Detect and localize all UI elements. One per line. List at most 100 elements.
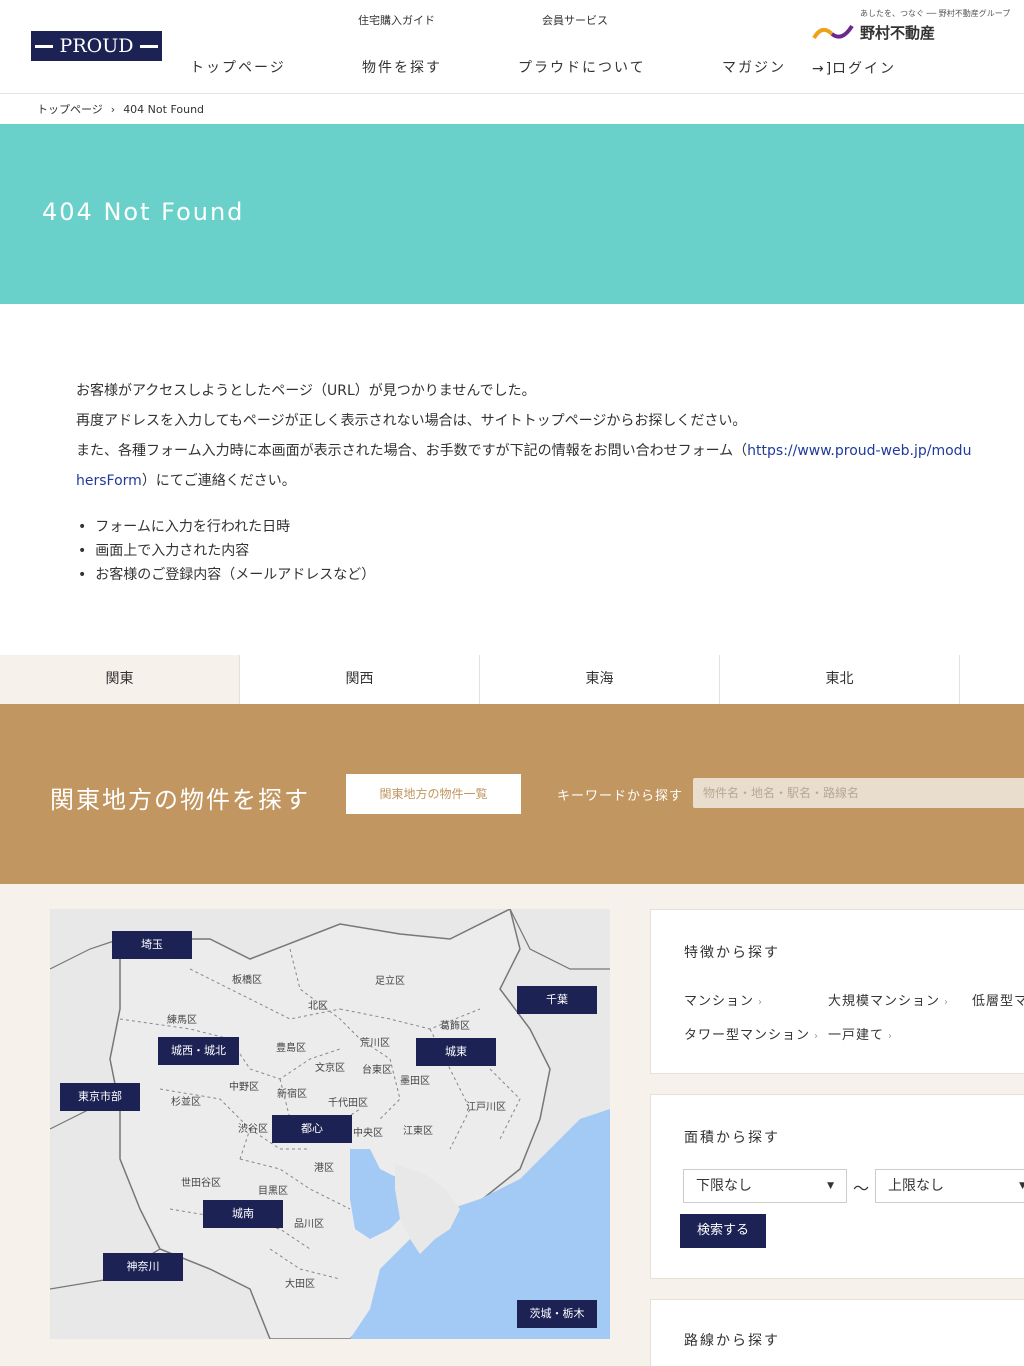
- message-line-3-text: また、各種フォーム入力時に本画面が表示された場合、お手数ですが下記の情報をお問い…: [76, 443, 748, 459]
- map-ward[interactable]: 渋谷区: [238, 1120, 268, 1135]
- region-tabs: 関東 関西 東海 東北: [0, 655, 1024, 704]
- login-link[interactable]: →]ログイン: [812, 58, 896, 78]
- nav-about-proud[interactable]: プラウドについて: [518, 57, 646, 77]
- breadcrumb: トップページ › 404 Not Found: [37, 101, 204, 117]
- map-ward[interactable]: 大田区: [285, 1275, 315, 1290]
- tab-tohoku[interactable]: 東北: [720, 655, 960, 704]
- map-ward[interactable]: 文京区: [315, 1059, 345, 1074]
- route-search-panel: 路線から探す: [650, 1299, 1024, 1366]
- message-line-2: 再度アドレスを入力してもページが正しく表示されない場合は、サイトトップページから…: [76, 413, 747, 429]
- feature-label: 一戸建て: [828, 1028, 885, 1043]
- tab-kanto[interactable]: 関東: [0, 655, 240, 704]
- keyword-label: キーワードから探す: [557, 789, 684, 804]
- page-hero: 404 Not Found: [0, 124, 1024, 304]
- nomura-brand-name[interactable]: 野村不動産: [860, 22, 935, 43]
- area-max-select[interactable]: 上限なし ▼: [875, 1169, 1024, 1203]
- chevron-right-icon: ›: [888, 1031, 894, 1042]
- area-size-search-panel: 面積から探す 下限なし ▼ ～ 上限なし ▼ 検索する: [650, 1094, 1024, 1279]
- nav-search-property[interactable]: 物件を探す: [362, 57, 442, 77]
- chevron-right-icon: ›: [110, 103, 116, 116]
- map-ward[interactable]: 世田谷区: [181, 1174, 221, 1189]
- area-panel-title: 面積から探す: [684, 1130, 780, 1146]
- caret-down-icon: ▼: [1019, 1181, 1024, 1191]
- feature-link-mansion[interactable]: マンション ›: [684, 990, 763, 1009]
- nomura-tagline: あしたを、つなぐ ── 野村不動産グループ: [860, 9, 1011, 18]
- breadcrumb-home[interactable]: トップページ: [37, 103, 103, 116]
- login-label: ログイン: [832, 61, 896, 77]
- list-item: お客様のご登録内容（メールアドレスなど）: [78, 563, 375, 587]
- feature-label: 低層型マ: [972, 994, 1024, 1009]
- map-ward[interactable]: 江戸川区: [466, 1098, 506, 1113]
- region-search-title: 関東地方の物件を探す: [50, 786, 310, 814]
- kanto-area-map: 板橋区 足立区 北区 練馬区 葛飾区 荒川区 豊島区 文京区 台東区 中野区 新…: [50, 909, 610, 1339]
- feature-label: マンション: [684, 994, 755, 1009]
- login-icon: →]: [812, 61, 834, 77]
- area-saitama-button[interactable]: 埼玉: [112, 931, 192, 959]
- nav-magazine[interactable]: マガジン: [722, 57, 786, 77]
- area-toshin-button[interactable]: 都心: [272, 1115, 352, 1143]
- message-line-1: お客様がアクセスしようとしたページ（URL）が見つかりませんでした。: [76, 383, 536, 399]
- map-ward[interactable]: 足立区: [375, 972, 405, 987]
- feature-link-low-rise[interactable]: 低層型マ: [972, 990, 1024, 1009]
- map-ward[interactable]: 墨田区: [400, 1072, 430, 1087]
- area-joto-button[interactable]: 城東: [416, 1038, 496, 1066]
- map-ward[interactable]: 江東区: [403, 1122, 433, 1137]
- map-ward[interactable]: 中野区: [229, 1078, 259, 1093]
- caret-down-icon: ▼: [827, 1181, 834, 1191]
- tab-kansai[interactable]: 関西: [240, 655, 480, 704]
- range-separator: ～: [853, 1179, 870, 1198]
- route-panel-title: 路線から探す: [684, 1333, 780, 1349]
- map-ward[interactable]: 台東区: [362, 1061, 392, 1076]
- area-ibaraki-tochigi-button[interactable]: 茨城・栃木: [517, 1300, 597, 1328]
- area-chiba-button[interactable]: 千葉: [517, 986, 597, 1014]
- message-line-3: また、各種フォーム入力時に本画面が表示された場合、お手数ですが下記の情報をお問い…: [76, 436, 1024, 466]
- nav-housing-guide[interactable]: 住宅購入ガイド: [358, 12, 435, 28]
- map-ward[interactable]: 港区: [314, 1159, 334, 1174]
- feature-link-detached-house[interactable]: 一戸建て ›: [828, 1024, 893, 1043]
- feature-label: 大規模マンション: [828, 994, 941, 1009]
- map-ward[interactable]: 千代田区: [328, 1094, 368, 1109]
- map-ward[interactable]: 品川区: [294, 1215, 324, 1230]
- map-ward[interactable]: 荒川区: [360, 1034, 390, 1049]
- breadcrumb-current: 404 Not Found: [123, 103, 205, 116]
- nav-member-service[interactable]: 会員サービス: [542, 12, 608, 28]
- region-list-button[interactable]: 関東地方の物件一覧: [346, 774, 521, 814]
- feature-search-panel: 特徴から探す マンション › 大規模マンション › 低層型マ タワー型マンション › …: [650, 909, 1024, 1074]
- message-line-4: hersForm）にてご連絡ください。: [76, 466, 1024, 496]
- nomura-logo-icon[interactable]: [812, 22, 856, 42]
- area-tokyo-shibu-button[interactable]: 東京市部: [60, 1083, 140, 1111]
- map-ward[interactable]: 目黒区: [258, 1182, 288, 1197]
- list-item: フォームに入力を行われた日時: [78, 515, 375, 539]
- contact-form-link-cont[interactable]: hersForm: [76, 473, 142, 489]
- feature-label: タワー型マンション: [684, 1028, 811, 1043]
- feature-link-large-mansion[interactable]: 大規模マンション ›: [828, 990, 949, 1009]
- error-message: お客様がアクセスしようとしたページ（URL）が見つかりませんでした。 再度アドレ…: [76, 376, 1024, 496]
- map-ward[interactable]: 中央区: [353, 1124, 383, 1139]
- map-ward[interactable]: 練馬区: [167, 1011, 197, 1026]
- chevron-right-icon: ›: [814, 1031, 820, 1042]
- area-min-select[interactable]: 下限なし ▼: [683, 1169, 847, 1203]
- page-title: 404 Not Found: [42, 198, 245, 226]
- feature-link-tower-mansion[interactable]: タワー型マンション ›: [684, 1024, 819, 1043]
- map-ward[interactable]: 北区: [308, 997, 328, 1012]
- area-search-button[interactable]: 検索する: [680, 1214, 766, 1248]
- map-ward[interactable]: 杉並区: [171, 1093, 201, 1108]
- area-kanagawa-button[interactable]: 神奈川: [103, 1253, 183, 1281]
- contact-form-link[interactable]: https://www.proud-web.jp/modu: [747, 443, 971, 459]
- area-max-value: 上限なし: [888, 1178, 944, 1194]
- region-search-band: 関東地方の物件を探す 関東地方の物件一覧 キーワードから探す: [0, 704, 1024, 884]
- map-ward[interactable]: 豊島区: [276, 1039, 306, 1054]
- message-line-4-text: ）にてご連絡ください。: [141, 473, 296, 489]
- area-josai-johoku-button[interactable]: 城西・城北: [158, 1037, 239, 1065]
- map-ward[interactable]: 新宿区: [277, 1085, 307, 1100]
- keyword-search-input[interactable]: [693, 778, 1024, 808]
- proud-logo[interactable]: PROUD: [31, 31, 162, 61]
- list-item: 画面上で入力された内容: [78, 539, 375, 563]
- map-ward[interactable]: 板橋区: [232, 971, 262, 986]
- area-min-value: 下限なし: [696, 1178, 752, 1194]
- nav-top-page[interactable]: トップページ: [190, 57, 286, 77]
- site-header: PROUD 住宅購入ガイド 会員サービス トップページ 物件を探す プラウドにつ…: [0, 0, 1024, 94]
- map-ward[interactable]: 葛飾区: [440, 1017, 470, 1032]
- tab-tokai[interactable]: 東海: [480, 655, 720, 704]
- area-jonan-button[interactable]: 城南: [203, 1200, 283, 1228]
